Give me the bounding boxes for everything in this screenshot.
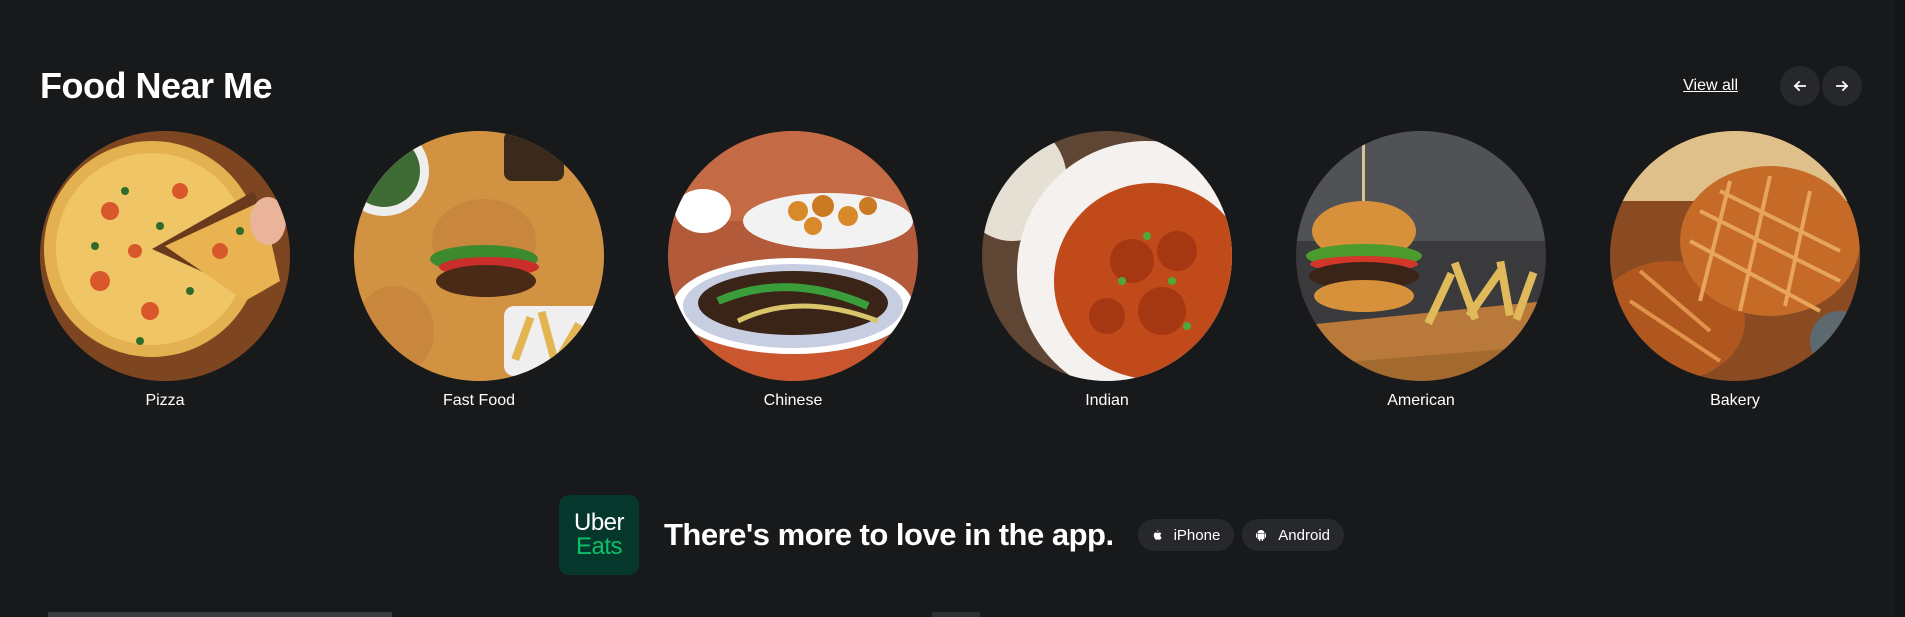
android-button[interactable]: Android	[1242, 519, 1344, 551]
app-banner-text: There's more to love in the app.	[664, 517, 1114, 552]
header-actions: View all	[1683, 66, 1862, 106]
next-button[interactable]	[1822, 66, 1862, 106]
scrollbar[interactable]	[1895, 0, 1905, 617]
category-american[interactable]: American	[1296, 131, 1546, 411]
arrow-left-icon	[1793, 80, 1806, 92]
category-label: Fast Food	[442, 392, 516, 409]
arrow-right-icon	[1836, 80, 1849, 92]
category-bakery[interactable]: Bakery	[1610, 131, 1860, 411]
indian-food-image	[982, 131, 1232, 381]
category-chinese[interactable]: Chinese	[668, 131, 918, 411]
page: Food Near Me View all Pizza Fast Food Ch…	[0, 0, 1905, 617]
logo-uber-text: Uber	[573, 509, 625, 536]
android-icon	[1256, 530, 1267, 541]
apple-icon	[1153, 530, 1162, 540]
american-food-image	[1296, 131, 1546, 381]
category-carousel: Pizza Fast Food Chinese Indian American …	[40, 131, 1862, 421]
category-label: Bakery	[1710, 392, 1760, 409]
logo-eats-text: Eats	[575, 533, 623, 560]
fast-food-image	[354, 131, 604, 381]
category-indian[interactable]: Indian	[982, 131, 1232, 411]
section-title: Food Near Me	[40, 65, 273, 106]
footer-divider	[48, 612, 392, 617]
iphone-button[interactable]: iPhone	[1137, 519, 1235, 551]
category-pizza[interactable]: Pizza	[40, 131, 290, 411]
pizza-image	[40, 131, 290, 381]
app-banner: Uber Eats There's more to love in the ap…	[559, 495, 1344, 575]
section-header: Food Near Me View all	[40, 60, 1862, 112]
footer-divider-short	[932, 612, 980, 617]
previous-button[interactable]	[1780, 66, 1820, 106]
android-label: Android	[1278, 526, 1330, 544]
uber-eats-logo: Uber Eats	[559, 495, 639, 575]
category-label: Pizza	[145, 392, 185, 409]
bakery-image	[1610, 131, 1860, 381]
iphone-label: iPhone	[1173, 526, 1221, 544]
chinese-food-image	[668, 131, 918, 381]
view-all-link[interactable]: View all	[1683, 77, 1738, 95]
category-label: American	[1387, 392, 1455, 409]
category-fast-food[interactable]: Fast Food	[354, 131, 604, 411]
category-label: Chinese	[763, 392, 823, 409]
category-label: Indian	[1085, 392, 1129, 409]
